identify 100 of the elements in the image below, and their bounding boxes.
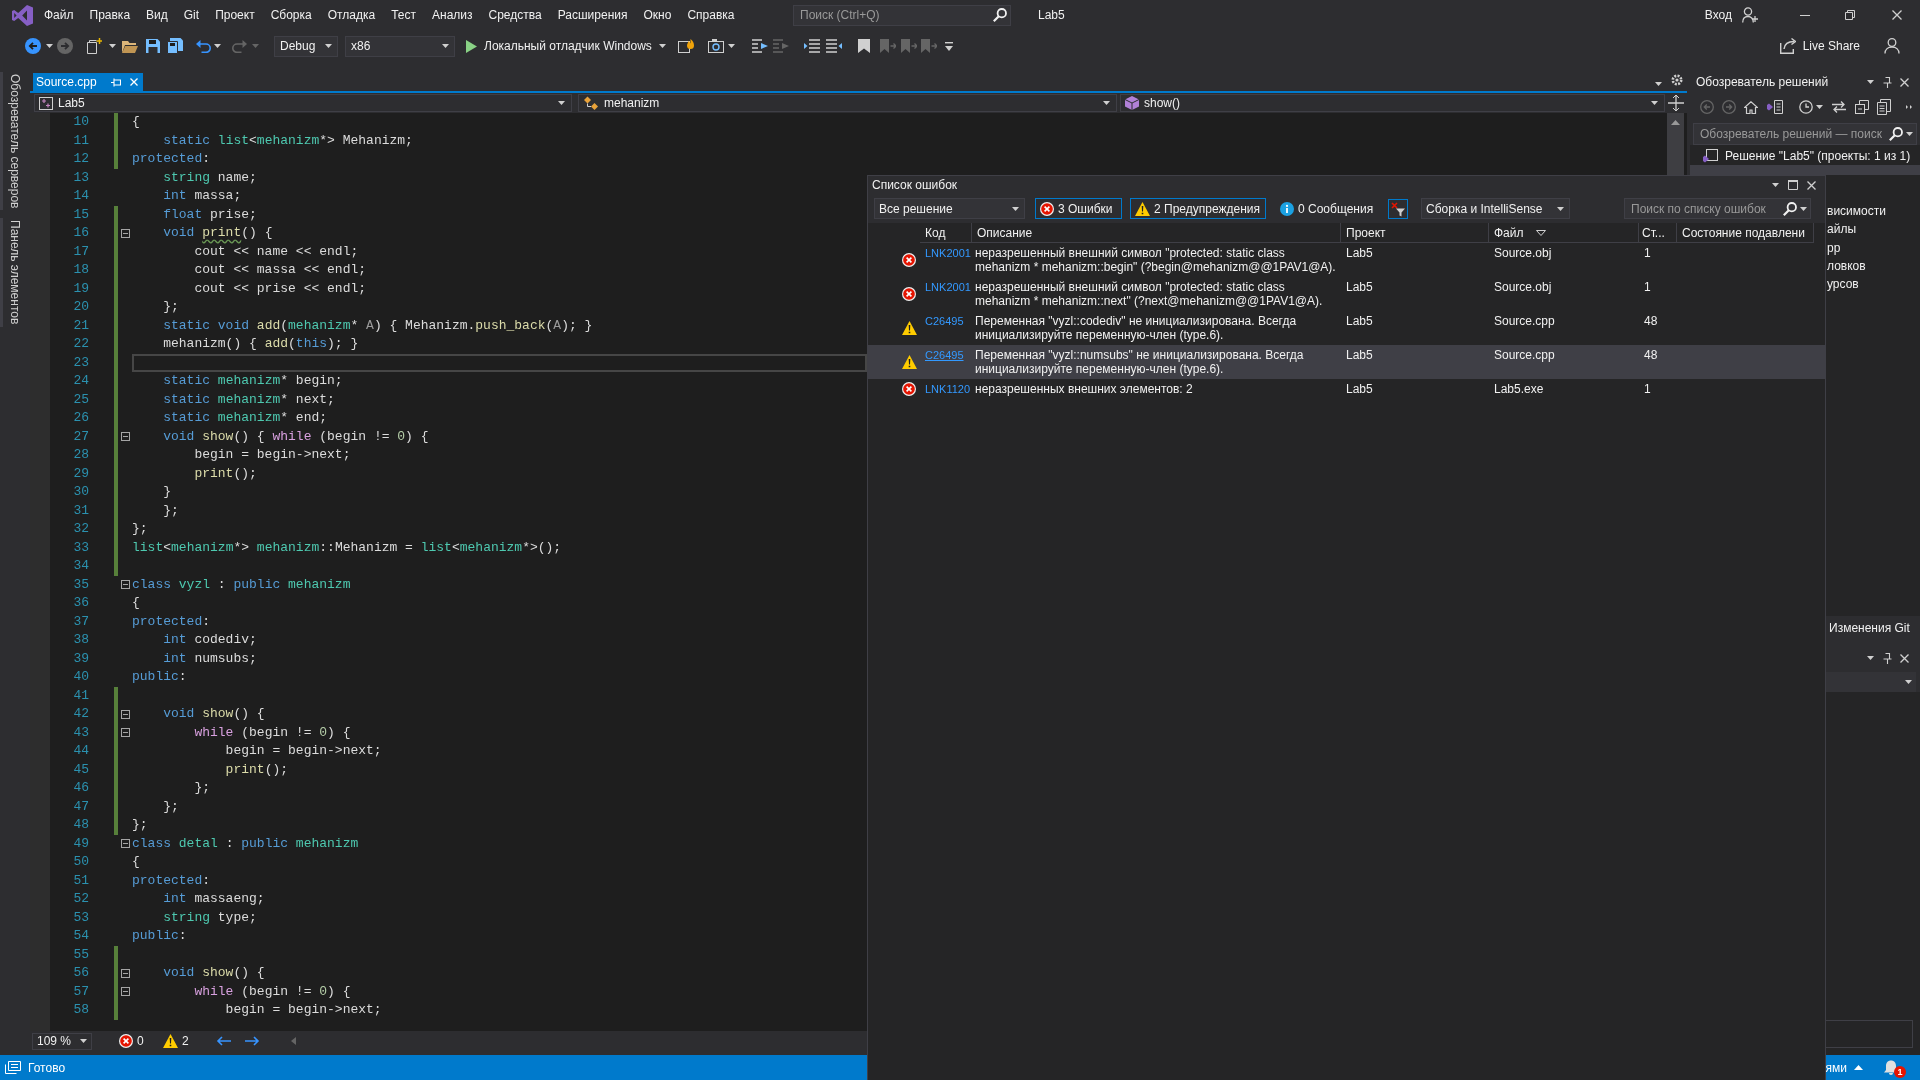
close-icon[interactable] <box>1900 77 1909 87</box>
caret-icon[interactable] <box>1772 183 1779 187</box>
menu-item[interactable]: Тест <box>383 4 424 26</box>
navigation-dropdown[interactable]: Lab5 <box>34 94 572 112</box>
caret-icon[interactable] <box>1557 206 1564 211</box>
caret-icon[interactable] <box>80 1039 87 1043</box>
collapse-icon[interactable] <box>121 987 130 997</box>
warnings-filter-button[interactable]: 2 Предупреждения <box>1130 198 1266 219</box>
left-arrow-icon[interactable] <box>216 1036 231 1046</box>
menu-item[interactable]: Сборка <box>262 4 320 26</box>
caret-icon[interactable] <box>1651 101 1658 105</box>
search-icon[interactable] <box>993 8 1007 22</box>
caret-icon[interactable] <box>1800 206 1807 211</box>
start-debugging-button[interactable]: Локальный отладчик Windows <box>462 35 668 57</box>
collapse-icon[interactable] <box>121 728 130 738</box>
tree-item[interactable]: pp <box>1827 238 1843 257</box>
caret-icon[interactable] <box>1867 656 1874 660</box>
configuration-dropdown[interactable]: Debug <box>274 35 338 57</box>
bookmark-icon[interactable] <box>858 39 870 53</box>
caret-icon[interactable] <box>325 44 332 48</box>
bell-icon[interactable] <box>1884 1060 1898 1075</box>
back-icon[interactable] <box>25 38 41 54</box>
search-field[interactable]: Поиск по списку ошибок <box>1624 198 1811 219</box>
column-header[interactable]: Код <box>920 223 972 243</box>
split-icon[interactable] <box>1668 95 1684 111</box>
save-all-icon[interactable] <box>167 38 183 54</box>
new-item-icon[interactable] <box>86 38 102 54</box>
collapse-icon[interactable] <box>121 839 130 849</box>
caret-icon[interactable] <box>558 101 565 105</box>
pages-icon[interactable] <box>1877 99 1891 115</box>
error-code-link[interactable]: C26495 <box>925 349 964 361</box>
column-header[interactable]: Состояние подавлени <box>1677 223 1814 243</box>
zoom-dropdown[interactable]: 109 % <box>32 1032 92 1050</box>
caret-icon[interactable] <box>442 44 449 48</box>
logo-icon[interactable] <box>12 4 33 26</box>
collapse-all-icon[interactable] <box>1855 100 1869 114</box>
caret-icon[interactable] <box>1905 680 1912 684</box>
window-flame-icon[interactable] <box>678 39 694 53</box>
collapse-icon[interactable] <box>121 432 130 442</box>
close-icon[interactable] <box>1900 653 1909 663</box>
settings-icon[interactable] <box>1671 74 1683 86</box>
outdent-icon[interactable] <box>826 39 842 53</box>
menu-item[interactable]: Анализ <box>424 4 481 26</box>
scope-dropdown[interactable]: Все решение <box>874 198 1025 219</box>
search-field[interactable]: Обозреватель решений — поиск <box>1693 123 1917 145</box>
navigation-dropdown[interactable]: show() <box>1120 94 1665 112</box>
filter-icon[interactable] <box>1388 198 1408 219</box>
menu-item[interactable]: Средства <box>480 4 550 26</box>
close-icon[interactable] <box>1807 180 1816 190</box>
side-tab[interactable]: Панель элементов <box>0 218 27 327</box>
caret-icon[interactable] <box>214 44 221 48</box>
error-row[interactable]: C26495 Переменная "vyzl::codediv" не инициализирована. Всегда инициализируйте переменную-член (type.6). Lab5 Source.cpp 48 <box>868 311 1825 345</box>
messages-filter-button[interactable]: 0 Сообщения <box>1275 198 1373 219</box>
sync-icon[interactable] <box>1832 101 1846 113</box>
tree-item[interactable]: урсов <box>1827 275 1861 294</box>
caret-icon[interactable] <box>1103 101 1110 105</box>
caret-icon[interactable] <box>1816 105 1823 109</box>
pin-icon[interactable] <box>1883 652 1892 664</box>
caret-icon[interactable] <box>1012 206 1019 211</box>
play-icon[interactable] <box>466 39 477 53</box>
up-caret-icon[interactable] <box>1854 1065 1863 1070</box>
sign-in-link[interactable]: Вход <box>1704 8 1732 22</box>
side-tab[interactable]: Обозреватель серверов <box>0 72 27 211</box>
source-dropdown[interactable]: Сборка и IntelliSense <box>1421 198 1570 219</box>
pin-icon[interactable] <box>1883 76 1892 88</box>
collapse-icon[interactable] <box>121 580 130 590</box>
scroll-up-icon[interactable] <box>1671 120 1680 125</box>
menu-item[interactable]: Справка <box>679 4 743 26</box>
indent-icon[interactable] <box>804 39 820 53</box>
menu-item[interactable]: Вид <box>138 4 176 26</box>
collapse-icon[interactable] <box>121 228 130 238</box>
maximize-icon[interactable] <box>1788 180 1798 190</box>
menu-item[interactable]: Расширения <box>549 4 636 26</box>
collapse-icon[interactable] <box>121 968 130 978</box>
caret-icon[interactable] <box>46 44 53 48</box>
search-field[interactable]: Поиск (Ctrl+Q) <box>793 4 1011 26</box>
error-code-link[interactable]: LNK2001 <box>925 281 971 293</box>
column-header[interactable]: Проект <box>1341 223 1489 243</box>
errors-filter-button[interactable]: 3 Ошибки <box>1035 198 1122 219</box>
navigation-dropdown[interactable]: mehanizm <box>578 94 1117 112</box>
status-item[interactable]: ями <box>1825 1060 1847 1075</box>
switch-views-icon[interactable] <box>1767 100 1783 114</box>
output-icon[interactable] <box>5 1061 21 1074</box>
caret-icon[interactable] <box>658 44 666 48</box>
menu-item[interactable]: Окно <box>635 4 680 26</box>
platform-dropdown[interactable]: x86 <box>345 35 455 57</box>
menu-item[interactable]: Проект <box>207 4 263 26</box>
error-row[interactable]: LNK1120 неразрешенных внешних элементов: 2 Lab5 Lab5.exe 1 <box>868 379 1825 399</box>
close-icon[interactable] <box>1892 10 1902 20</box>
column-header[interactable]: Файл <box>1489 223 1639 243</box>
caret-icon[interactable] <box>1906 132 1913 136</box>
save-icon[interactable] <box>146 39 160 53</box>
tree-item[interactable]: айлы <box>1827 220 1858 239</box>
error-row[interactable]: C26495 Переменная "vyzl::numsubs" не инициализирована. Всегда инициализируйте переменную-член (type.6). Lab5 Source.cpp 48 <box>868 345 1825 379</box>
tree-item[interactable]: Решение "Lab5" (проекты: 1 из 1) <box>1690 146 1920 165</box>
overflow-icon[interactable] <box>1906 105 1913 109</box>
collapse-icon[interactable] <box>121 709 130 719</box>
minimize-icon[interactable] <box>1800 14 1810 16</box>
camera-icon[interactable] <box>708 39 724 53</box>
error-code-link[interactable]: LNK1120 <box>925 383 971 395</box>
